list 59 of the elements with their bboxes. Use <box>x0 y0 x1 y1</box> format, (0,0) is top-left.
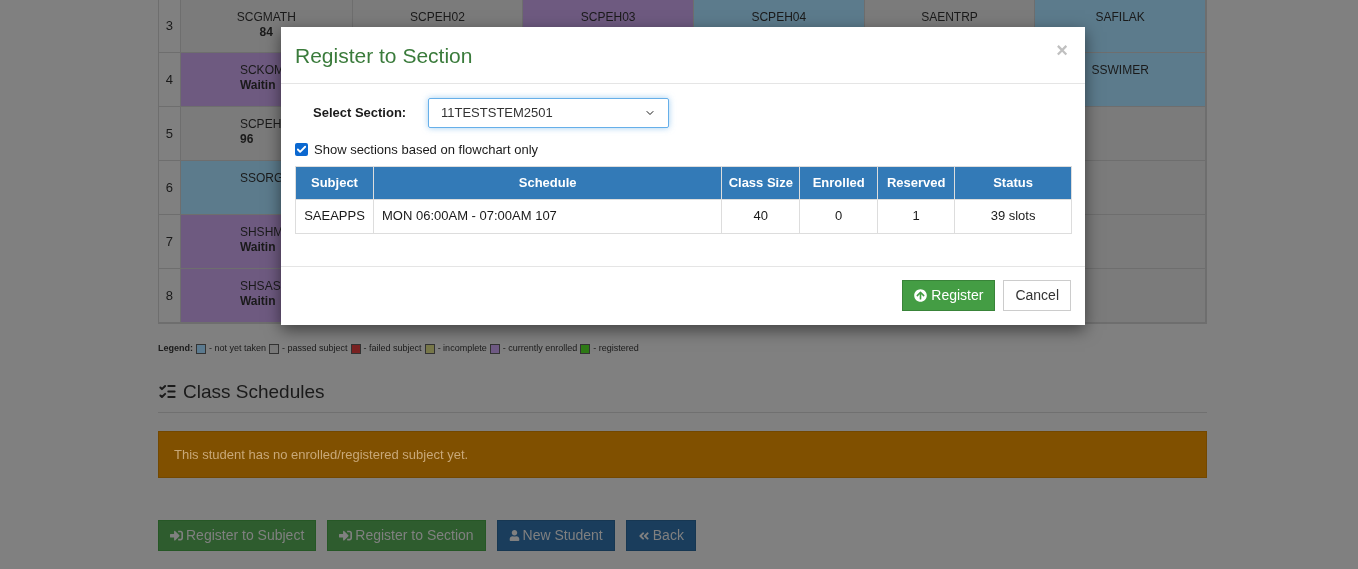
subject-note: 84 <box>259 25 273 40</box>
row-number: 3 <box>165 17 174 36</box>
checkbox-label: Show sections based on flowchart only <box>314 141 538 159</box>
section-select[interactable]: 11TESTSTEM2501 <box>428 98 669 128</box>
double-chevron-icon <box>637 529 650 542</box>
column-header: Subject <box>295 166 374 199</box>
action-button[interactable]: Register to Section <box>327 520 486 551</box>
subject-code: SCPEH <box>239 117 282 132</box>
subject-code: SSORG <box>239 171 284 186</box>
arrow-up-icon <box>914 288 928 302</box>
action-button[interactable]: New Student <box>496 520 615 551</box>
column-header: Enrolled <box>799 166 878 199</box>
legend-text: - incomplete <box>437 342 487 355</box>
user-icon <box>508 530 520 541</box>
row-number: 5 <box>165 124 174 143</box>
table-cell: MON 06:00AM - 07:00AM 107 <box>373 199 722 233</box>
legend-text: - currently enrolled <box>502 342 578 355</box>
table-cell: SAEAPPS <box>295 199 374 233</box>
sign-in-icon <box>170 529 183 542</box>
subject-code: SCPEH04 <box>751 10 807 25</box>
subject-code: SCPEH02 <box>410 10 465 25</box>
register-button[interactable]: Register <box>902 279 996 311</box>
subject-code: SCPEH03 <box>580 10 636 25</box>
column-header: Status <box>954 166 1072 199</box>
subject-note: Waitin <box>239 78 276 93</box>
legend-label: Legend: <box>158 342 193 355</box>
alert-text: This student has no enrolled/registered subject yet. <box>174 445 469 464</box>
subject-code: SAFILAK <box>1095 10 1145 25</box>
legend-text: - passed subject <box>282 342 348 355</box>
action-button[interactable]: Register to Subject <box>158 520 317 551</box>
subject-code: SCGMATH <box>236 10 296 25</box>
legend-text: - registered <box>593 342 639 355</box>
subject-code: SHSAS <box>239 279 281 294</box>
legend-text: - failed subject <box>363 342 422 355</box>
subject-note: Waitin <box>239 240 276 255</box>
sign-in-icon <box>339 529 353 542</box>
table-cell: 39 slots <box>954 199 1072 233</box>
action-button[interactable]: Back <box>625 520 696 551</box>
subject-note: Waitin <box>239 294 276 309</box>
legend-text: - not yet taken <box>209 342 267 355</box>
field-label: Select Section: <box>313 104 408 123</box>
checkbox[interactable] <box>295 143 308 157</box>
table-cell: 40 <box>721 199 800 233</box>
table-cell: 1 <box>877 199 955 233</box>
row-number: 8 <box>165 286 174 305</box>
row-number: 6 <box>165 178 174 197</box>
column-header: Class Size <box>721 166 800 199</box>
column-header: Reserved <box>877 166 955 199</box>
cancel-button[interactable]: Cancel <box>1003 279 1071 311</box>
close-button[interactable]: × <box>1056 40 1068 60</box>
modal-title: Register to Section <box>295 43 473 69</box>
row-number: 4 <box>165 70 174 89</box>
section-title: Class Schedules <box>183 379 325 404</box>
subject-code: SAENTRP <box>921 10 978 25</box>
row-number: 7 <box>165 232 174 251</box>
subject-code: SSWIMER <box>1091 63 1149 78</box>
table-cell: 0 <box>799 199 878 233</box>
subject-note: 96 <box>239 132 254 147</box>
column-header: Schedule <box>373 166 722 199</box>
